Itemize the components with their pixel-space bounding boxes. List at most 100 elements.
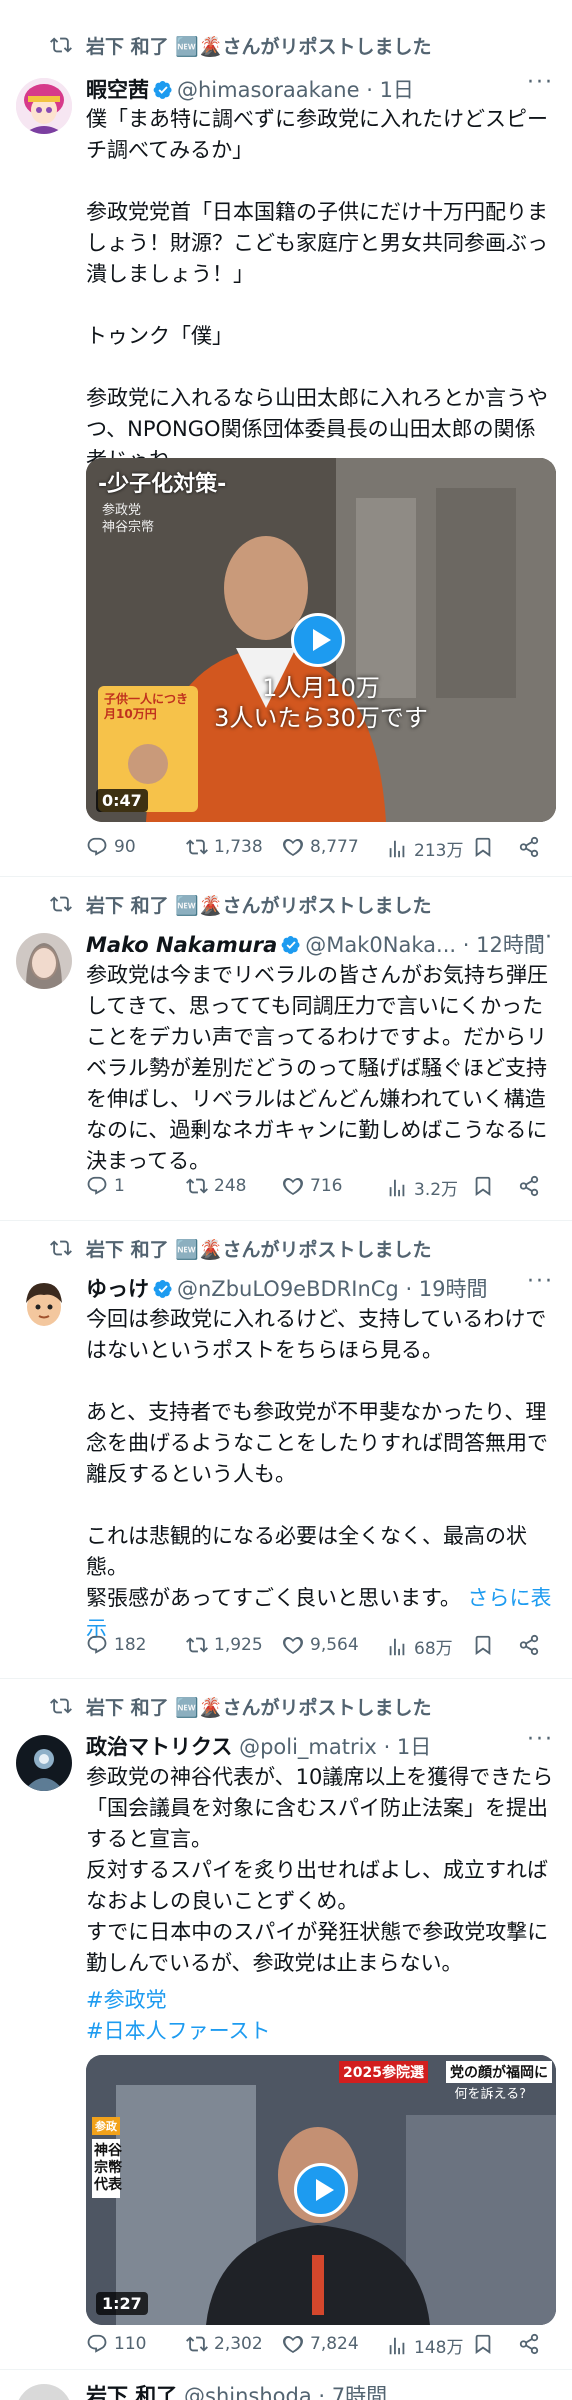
post-1[interactable]: 岩下 和了 🆕🌋さんがリポストしました 暇空茜 @himasoraakane · …	[0, 0, 572, 877]
bookmark-icon[interactable]	[472, 2333, 494, 2355]
post-3[interactable]: 岩下 和了 🆕🌋さんがリポストしました ゆっけ @nZbuLO9eBDRInCg …	[0, 1221, 572, 1679]
avatar[interactable]	[16, 1277, 72, 1333]
like-button[interactable]: 9,564	[282, 1634, 359, 1656]
heart-icon	[283, 2336, 303, 2354]
bookmark-icon[interactable]	[472, 836, 494, 858]
repost-count: 1,738	[214, 837, 263, 857]
reply-button[interactable]: 1	[86, 1175, 125, 1197]
views-chart-icon	[389, 1638, 405, 1655]
post-header: ゆっけ @nZbuLO9eBDRInCg · 19時間	[86, 1273, 488, 1303]
action-bar: 182 1,925 9,564 68万	[86, 1634, 556, 1666]
author-handle[interactable]: @nZbuLO9eBDRInCg	[177, 1277, 399, 1301]
author-handle[interactable]: @poli_matrix	[239, 1735, 377, 1759]
more-options-icon[interactable]: ···	[527, 1269, 554, 1294]
author-handle[interactable]: @Mak0Naka...	[305, 933, 456, 957]
repost-icon	[50, 1240, 72, 1256]
repost-label[interactable]: 岩下 和了 🆕🌋さんがリポストしました	[86, 1235, 432, 1262]
hashtag-2[interactable]: #日本人ファースト	[86, 2016, 556, 2047]
repost-button[interactable]: 248	[186, 1175, 246, 1197]
repost-icon	[50, 37, 72, 53]
repost-button[interactable]: 1,925	[186, 1634, 263, 1656]
views-chart-icon	[389, 1179, 405, 1196]
views-button[interactable]: 213万	[386, 836, 463, 861]
avatar-anime-girl-image	[16, 78, 72, 134]
repost-button[interactable]: 2,302	[186, 2333, 263, 2355]
views-chart-icon	[389, 2337, 405, 2354]
views-button[interactable]: 68万	[386, 1634, 453, 1659]
repost-label[interactable]: 岩下 和了 🆕🌋さんがリポストしました	[86, 891, 432, 918]
action-bar: 1 248 716 3.2万	[86, 1175, 556, 1207]
views-count: 148万	[414, 2338, 464, 2358]
news-speaker-name: 神谷 宗幣 代表	[92, 2139, 122, 2198]
post-header: Mako Nakamura @Mak0Naka... · 12時間	[86, 929, 545, 959]
more-options-icon[interactable]: ···	[527, 70, 554, 95]
repost-label[interactable]: 岩下 和了 🆕🌋さんがリポストしました	[86, 32, 432, 59]
repost-action-icon	[186, 1178, 208, 1194]
video-inset-text: 子供一人につき 月10万円	[104, 692, 189, 721]
repost-button[interactable]: 1,738	[186, 836, 263, 858]
author-name[interactable]: 政治マトリクス	[86, 1735, 232, 1759]
share-icon[interactable]	[518, 836, 540, 858]
share-icon[interactable]	[518, 1634, 540, 1656]
share-icon[interactable]	[518, 2333, 540, 2355]
video-duration: 0:47	[96, 789, 148, 812]
bookmark-icon[interactable]	[472, 1634, 494, 1656]
author-name[interactable]: Mako Nakamura	[86, 933, 277, 957]
repost-count: 2,302	[214, 2334, 263, 2354]
post-5-partial[interactable]: 岩下 和了 @shinshoda · 7時間	[0, 2370, 572, 2400]
post-header: 岩下 和了 @shinshoda · 7時間	[86, 2380, 387, 2400]
avatar[interactable]	[16, 1735, 72, 1791]
like-button[interactable]: 7,824	[282, 2333, 359, 2355]
video-duration: 1:27	[96, 2292, 148, 2315]
author-handle[interactable]: @shinshoda	[184, 2384, 312, 2400]
post-text: 参政党は今までリベラルの皆さんがお気持ち弾圧してきて、思ってても同調圧力で言いに…	[86, 963, 548, 1173]
post-text-content: 今回は参政党に入れるけど、支持しているわけではないというポストをちらほら見る。 …	[86, 1307, 548, 1610]
post-time[interactable]: · 7時間	[318, 2384, 387, 2400]
author-handle[interactable]: @himasoraakane	[177, 78, 360, 102]
reply-icon	[87, 2334, 107, 2353]
avatar[interactable]	[16, 2384, 72, 2400]
like-button[interactable]: 716	[282, 1175, 342, 1197]
post-2[interactable]: 岩下 和了 🆕🌋さんがリポストしました Mako Nakamura @Mak0Na…	[0, 877, 572, 1221]
hashtag-1[interactable]: #参政党	[86, 1985, 556, 2016]
repost-icon	[50, 896, 72, 912]
video-player[interactable]: 2025参院選 党の顔が福岡に 何を訴える? 参政 神谷 宗幣 代表 1:27	[86, 2055, 556, 2325]
avatar[interactable]	[16, 933, 72, 989]
post-time[interactable]: · 1日	[384, 1735, 432, 1759]
verified-badge-icon	[153, 1280, 172, 1298]
author-name[interactable]: 岩下 和了	[86, 2384, 177, 2400]
post-text: 僕「まあ特に調べずに参政党に入れたけどスピーチ調べてみるか」 参政党党首「日本国…	[86, 107, 548, 472]
video-player[interactable]: -少子化対策- 参政党 神谷宗幣 1人月10万 3人いたら30万です 子供一人に…	[86, 458, 556, 822]
news-badge: 2025参院選	[339, 2061, 428, 2083]
post-time[interactable]: · 19時間	[405, 1277, 487, 1301]
play-button[interactable]	[291, 613, 345, 667]
views-button[interactable]: 3.2万	[386, 1175, 458, 1200]
like-button[interactable]: 8,777	[282, 836, 359, 858]
author-name[interactable]: 暇空茜	[86, 78, 149, 102]
views-button[interactable]: 148万	[386, 2333, 463, 2358]
repost-count: 248	[214, 1176, 247, 1196]
reply-count: 1	[114, 1176, 125, 1196]
avatar-dark-logo-image	[16, 1735, 72, 1791]
share-icon[interactable]	[518, 1175, 540, 1197]
reply-icon	[87, 1635, 107, 1654]
post-time[interactable]: · 1日	[366, 78, 414, 102]
bookmark-icon[interactable]	[472, 1175, 494, 1197]
post-header: 政治マトリクス @poli_matrix · 1日	[86, 1731, 431, 1761]
repost-label[interactable]: 岩下 和了 🆕🌋さんがリポストしました	[86, 1693, 432, 1720]
reply-button[interactable]: 90	[86, 836, 136, 858]
reply-icon	[87, 1176, 107, 1195]
reply-button[interactable]: 110	[86, 2333, 146, 2355]
avatar[interactable]	[16, 78, 72, 134]
views-count: 68万	[414, 1639, 453, 1659]
more-options-icon[interactable]: ···	[527, 1727, 554, 1752]
views-count: 213万	[414, 841, 464, 861]
repost-count: 1,925	[214, 1635, 263, 1655]
post-4[interactable]: 岩下 和了 🆕🌋さんがリポストしました 政治マトリクス @poli_matrix…	[0, 1679, 572, 2370]
post-text: 参政党の神谷代表が、10議席以上を獲得できたら「国会議員を対象に含むスパイ防止法…	[86, 1765, 554, 1975]
reply-button[interactable]: 182	[86, 1634, 146, 1656]
repost-icon	[50, 1698, 72, 1714]
author-name[interactable]: ゆっけ	[86, 1277, 149, 1301]
more-options-icon[interactable]: ···	[527, 925, 554, 950]
play-button[interactable]	[294, 2163, 348, 2217]
